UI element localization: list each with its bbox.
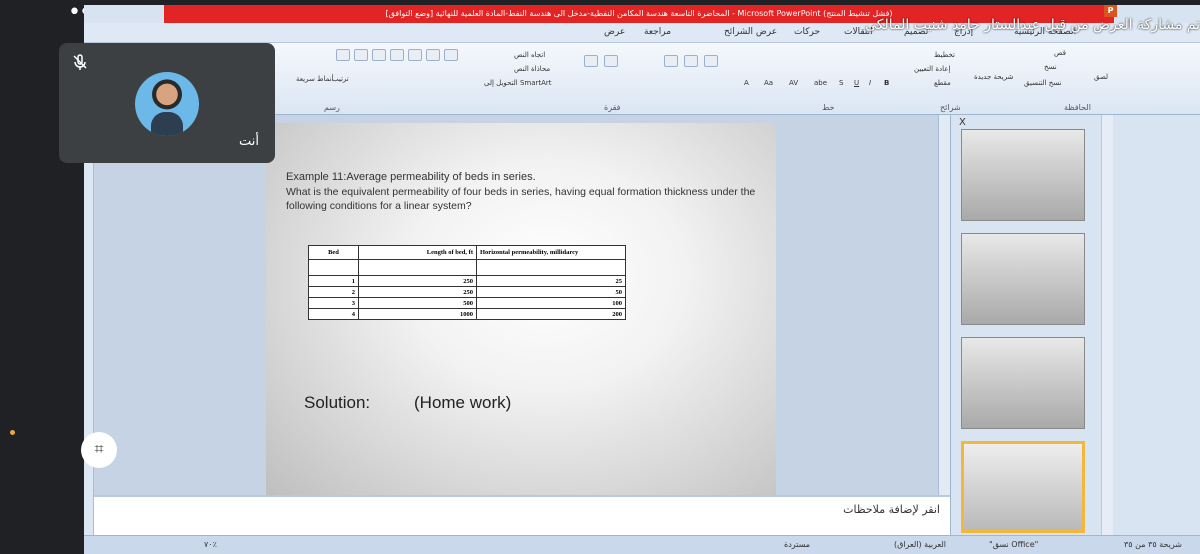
table-row: 2 250 50 [308,286,626,298]
paste-button[interactable]: لصق [1094,73,1108,81]
beds-table: Bed Length of bed, ft Horizontal permeab… [308,245,626,320]
bold-button[interactable]: B [884,79,889,87]
table-row: 1 250 25 [308,275,626,287]
solution-text: (Home work) [414,393,512,412]
slide-thumbnail[interactable] [961,129,1085,221]
tab-animations[interactable]: حركات [794,27,820,37]
slide-thumbnail-selected[interactable] [961,441,1085,533]
align-right-icon[interactable] [704,55,718,67]
slide-thumbnail[interactable] [961,233,1085,325]
align-left-icon[interactable] [664,55,678,67]
table-cell: 1 [308,275,359,287]
font-color-button[interactable]: A [744,79,749,87]
theme-status: "نسق Office" [989,540,1039,549]
smartart-button[interactable]: التحويل إلى SmartArt [484,79,552,87]
shape-icon[interactable] [354,49,368,61]
tab-view[interactable]: عرض [604,27,625,37]
notes-placeholder: انقر لإضافة ملاحظات [843,503,940,516]
shape-icon[interactable] [372,49,386,61]
solution-label: Solution: [304,393,371,412]
avatar [135,72,199,136]
recovered-status: مستردة [784,540,811,549]
table-cell: 4 [308,308,359,320]
numbering-icon[interactable] [604,55,618,67]
slides-group-label: شرائح [940,103,961,112]
tab-review[interactable]: مراجعة [644,27,671,37]
paragraph-group-label: فقرة [604,103,621,112]
zoom-level[interactable]: ٧٠٪ [204,540,217,549]
table-cell: 250 [358,286,477,298]
status-dot [10,430,15,435]
underline-button[interactable]: U [854,79,859,87]
text-direction-button[interactable]: اتجاه النص [514,51,545,59]
table-cell: 50 [476,286,626,298]
left-scrollbar[interactable] [84,115,94,535]
table-cell: 500 [358,297,477,309]
slide-canvas[interactable]: Example 11:Average permeability of beds … [266,123,776,505]
quick-styles-button[interactable]: أنماط سريعة [296,75,334,83]
table-header: Bed [308,245,359,260]
notes-pane[interactable]: انقر لإضافة ملاحظات [94,495,950,535]
align-text-button[interactable]: محاذاة النص [514,65,550,73]
table-header-row: Bed Length of bed, ft Horizontal permeab… [308,245,626,260]
panel-scrollbar[interactable] [1101,115,1113,535]
reset-button[interactable]: إعادة التعيين [914,65,950,73]
table-cell: 100 [476,297,626,309]
slide-vertical-scrollbar[interactable] [938,115,950,495]
table-cell: 200 [476,308,626,320]
close-icon[interactable]: X [959,117,966,128]
table-cell: 250 [358,275,477,287]
strikethrough-button[interactable]: abe [814,79,827,87]
example-title: Example 11:Average permeability of beds … [286,171,536,183]
shape-icon[interactable] [336,49,350,61]
tab-slideshow[interactable]: عرض الشرائح [724,27,777,37]
status-bar: ٧٠٪ مستردة العربية (العراق) "نسق Office"… [84,535,1200,554]
slides-panel: X 32 ☆ 33 ☆ 34 ☆ 35 ☆ [950,115,1200,535]
slide-counter: شريحة ٣٥ من ٣٥ [1124,540,1182,549]
mic-off-icon [71,53,89,71]
language-status[interactable]: العربية (العراق) [894,540,946,549]
table-header: Horizontal permeability, millidarcy [476,245,626,260]
clipboard-group-label: الحافظة [1064,103,1091,112]
table-cell: 2 [308,286,359,298]
table-cell: 3 [308,297,359,309]
question-text: What is the equivalent permeability of f… [286,186,756,212]
table-header: Length of bed, ft [358,245,477,260]
table-cell: 25 [476,275,626,287]
collapse-icon[interactable]: ⌗ [81,432,117,468]
char-spacing-button[interactable]: AV [789,79,798,87]
self-video-tile: أنت [59,43,275,163]
shape-icon[interactable] [390,49,404,61]
align-center-icon[interactable] [684,55,698,67]
table-spacer-row [308,259,626,276]
meeting-window: ••• المحاضرة التاسعة هندسة المكامن النفط… [0,0,1200,554]
bullets-icon[interactable] [584,55,598,67]
shape-icon[interactable] [408,49,422,61]
italic-button[interactable]: I [869,79,871,87]
table-row: 4 1000 200 [308,308,626,320]
section-button[interactable]: مقطع [934,79,951,87]
you-label: أنت [239,134,259,149]
shadow-button[interactable]: S [839,79,843,87]
new-slide-button[interactable]: شريحة جديدة [974,73,1013,81]
change-case-button[interactable]: Aa [764,79,773,87]
font-group-label: خط [822,103,835,112]
shape-icon[interactable] [426,49,440,61]
layout-button[interactable]: تخطيط [934,51,955,59]
powerpoint-app-icon: P [1104,5,1117,17]
share-banner: تم مشاركة العرض من قبل عبدالستار حامد شن… [865,17,1200,33]
format-painter-button[interactable]: نسخ التنسيق [1024,79,1061,87]
table-cell: 1000 [358,308,477,320]
drawing-group-label: رسم [324,103,340,112]
cut-button[interactable]: قص [1054,49,1066,57]
shape-icon[interactable] [444,49,458,61]
copy-button[interactable]: نسخ [1044,63,1057,71]
slide-editor: Example 11:Average permeability of beds … [94,115,950,505]
arrange-button[interactable]: ترتيب [332,75,349,83]
table-row: 3 500 100 [308,297,626,309]
slide-thumbnail[interactable] [961,337,1085,429]
